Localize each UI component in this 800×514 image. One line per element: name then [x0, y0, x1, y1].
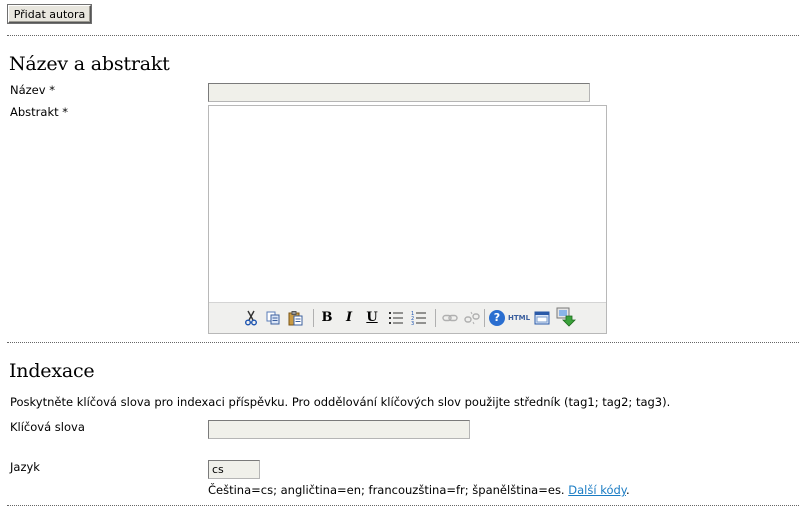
- more-codes-link[interactable]: Další kódy: [568, 483, 626, 497]
- language-codes-text: Čeština=cs; angličtina=en; francouzština…: [208, 483, 565, 497]
- fullscreen-icon[interactable]: [534, 310, 550, 326]
- indexing-description: Poskytněte klíčová slova pro indexaci př…: [10, 395, 671, 409]
- title-abstract-heading: Název a abstrakt: [9, 53, 170, 75]
- keywords-label: Klíčová slova: [10, 420, 85, 434]
- abstract-textarea[interactable]: [209, 106, 606, 302]
- language-input[interactable]: cs: [208, 460, 260, 479]
- paste-icon[interactable]: [287, 310, 303, 326]
- cut-icon[interactable]: [243, 310, 259, 326]
- add-author-button[interactable]: Přidat autora: [8, 5, 91, 23]
- language-label: Jazyk: [10, 460, 40, 474]
- underline-icon[interactable]: U: [364, 310, 380, 326]
- abstract-label: Abstrakt *: [10, 105, 69, 119]
- abstract-editor[interactable]: B I U 1 2 3 ? HTML: [208, 105, 607, 334]
- keywords-input[interactable]: [208, 420, 470, 439]
- toolbar-separator: [435, 309, 436, 327]
- copy-icon[interactable]: [265, 310, 281, 326]
- toolbar-separator: [484, 309, 485, 327]
- italic-icon[interactable]: I: [341, 310, 357, 326]
- indexing-heading: Indexace: [9, 360, 95, 382]
- section-divider: [7, 35, 799, 36]
- language-hint: Čeština=cs; angličtina=en; francouzština…: [208, 483, 630, 497]
- title-label: Název *: [10, 83, 55, 97]
- section-divider: [7, 505, 799, 506]
- unlink-icon[interactable]: [464, 310, 480, 326]
- toolbar-separator: [313, 309, 314, 327]
- section-divider: [7, 342, 799, 343]
- help-icon[interactable]: ?: [489, 310, 505, 326]
- svg-text:3: 3: [411, 321, 414, 326]
- bullet-list-icon[interactable]: [388, 310, 404, 326]
- editor-toolbar: B I U 1 2 3 ? HTML: [209, 302, 606, 333]
- bold-icon[interactable]: B: [319, 310, 335, 326]
- link-icon[interactable]: [442, 310, 458, 326]
- title-input[interactable]: [208, 83, 590, 102]
- hint-period: .: [625, 483, 630, 497]
- insert-image-icon[interactable]: [556, 307, 576, 327]
- html-source-icon[interactable]: HTML: [508, 310, 530, 326]
- numbered-list-icon[interactable]: 1 2 3: [411, 310, 427, 326]
